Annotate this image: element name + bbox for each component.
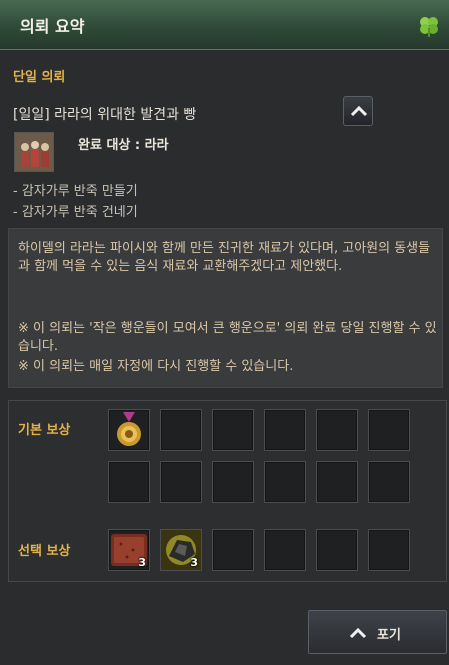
reward-slot-empty (316, 529, 358, 571)
window-title: 의뢰 요약 (20, 17, 85, 36)
reward-slot-empty (160, 409, 202, 451)
reward-slot-ore[interactable]: 3 (160, 529, 202, 571)
reward-slot-dough[interactable]: 3 (108, 529, 150, 571)
reward-slot-empty (368, 529, 410, 571)
reward-slot-empty (316, 409, 358, 451)
basic-reward-label: 기본 보상 (18, 423, 71, 438)
title-bar[interactable]: 의뢰 요약 (0, 0, 449, 50)
choice-reward-label: 선택 보상 (18, 544, 71, 559)
reward-slot-empty (108, 461, 150, 503)
quest-description: 하이델의 라라는 파이시와 함께 만든 진귀한 재료가 있다며, 고아원의 동생… (18, 241, 431, 274)
reward-slot-medal[interactable] (108, 409, 150, 451)
collapse-button[interactable] (343, 96, 373, 126)
reward-slot-empty (212, 409, 254, 451)
reward-slot-empty (212, 461, 254, 503)
objective-item: - 감자가루 반죽 건네기 (13, 205, 138, 220)
reward-slot-empty (316, 461, 358, 503)
reward-slot-empty (212, 529, 254, 571)
reward-slot-empty (264, 409, 306, 451)
medal-icon (117, 412, 141, 446)
item-count: 3 (138, 556, 146, 569)
reward-slot-empty (368, 461, 410, 503)
reward-slot-empty (264, 529, 306, 571)
chevron-up-icon (349, 627, 367, 639)
npc-portrait (14, 132, 54, 172)
reward-slot-empty (264, 461, 306, 503)
giveup-button[interactable]: 포기 (308, 610, 447, 654)
quest-note: ※ 이 의뢰는 '작은 행운들이 모여서 큰 행운으로' 의뢰 완료 당일 진행… (18, 321, 437, 354)
objective-item: - 감자가루 반죽 만들기 (13, 184, 138, 199)
quest-title: [일일] 라라의 위대한 발견과 빵 (13, 107, 197, 123)
reward-slot-empty (368, 409, 410, 451)
completion-target: 완료 대상 : 라라 (78, 138, 169, 153)
clover-icon[interactable] (417, 14, 441, 38)
chevron-up-icon (350, 105, 368, 117)
section-title: 단일 의뢰 (13, 70, 66, 85)
giveup-label: 포기 (377, 628, 401, 643)
item-count: 3 (190, 556, 198, 569)
reward-slot-empty (160, 461, 202, 503)
quest-note: ※ 이 의뢰는 매일 자정에 다시 진행할 수 있습니다. (18, 359, 294, 374)
